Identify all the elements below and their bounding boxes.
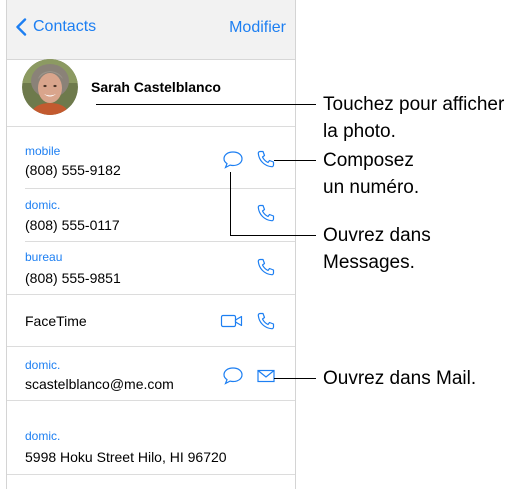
mobile-number[interactable]: (808) 555-9182 bbox=[25, 162, 121, 178]
callout-mail: Ouvrez dans Mail. bbox=[323, 368, 477, 389]
home-phone-number[interactable]: (808) 555-0117 bbox=[25, 217, 120, 233]
callout-line-message-vertical bbox=[230, 172, 231, 236]
divider bbox=[25, 241, 295, 242]
divider bbox=[7, 294, 295, 295]
chevron-left-icon bbox=[16, 18, 27, 36]
callout-message-line1: Ouvrez dans bbox=[323, 225, 431, 246]
callout-line-call bbox=[274, 160, 316, 161]
back-button[interactable]: Contacts bbox=[15, 18, 96, 36]
email-label: domic. bbox=[25, 358, 61, 372]
navigation-bar: Contacts Modifier bbox=[7, 0, 295, 60]
phone-icon[interactable] bbox=[256, 203, 276, 223]
envelope-icon[interactable] bbox=[256, 368, 276, 384]
avatar[interactable] bbox=[22, 59, 78, 115]
callout-line-mail bbox=[274, 378, 316, 379]
callout-message-line2: Messages. bbox=[323, 252, 415, 273]
address-label: domic. bbox=[25, 429, 61, 443]
edit-button[interactable]: Modifier bbox=[229, 19, 286, 37]
contact-card-screen: Contacts Modifier Sarah Castelblanco mob… bbox=[6, 0, 296, 489]
callout-call-line2: un numéro. bbox=[323, 177, 420, 198]
callout-line-message bbox=[230, 235, 316, 236]
facetime-label: FaceTime bbox=[25, 313, 87, 329]
divider bbox=[7, 400, 295, 401]
callout-photo-line1: Touchez pour afficher bbox=[323, 94, 505, 115]
callout-photo-line2: la photo. bbox=[323, 121, 396, 142]
email-address[interactable]: scastelblanco@me.com bbox=[25, 376, 174, 392]
speech-bubble-icon[interactable] bbox=[222, 150, 244, 170]
address-value[interactable]: 5998 Hoku Street Hilo, HI 96720 bbox=[25, 449, 227, 465]
phone-icon[interactable] bbox=[256, 149, 276, 169]
mobile-label: mobile bbox=[25, 144, 61, 158]
contact-name: Sarah Castelblanco bbox=[91, 79, 221, 95]
callout-call: Composez un numéro. bbox=[323, 147, 419, 201]
home-phone-label: domic. bbox=[25, 198, 61, 212]
back-label: Contacts bbox=[33, 18, 97, 35]
callout-message: Ouvrez dans Messages. bbox=[323, 222, 431, 276]
speech-bubble-icon[interactable] bbox=[222, 366, 244, 386]
divider bbox=[7, 474, 295, 475]
contact-photo bbox=[22, 59, 78, 115]
divider bbox=[7, 126, 295, 127]
video-camera-icon[interactable] bbox=[220, 312, 244, 330]
callout-call-line1: Composez bbox=[323, 150, 414, 171]
callout-photo: Touchez pour afficher la photo. bbox=[323, 91, 504, 145]
work-phone-label: bureau bbox=[25, 250, 63, 264]
callout-line-photo bbox=[96, 104, 316, 105]
divider bbox=[25, 188, 295, 189]
divider bbox=[7, 346, 295, 347]
phone-icon[interactable] bbox=[256, 257, 276, 277]
phone-icon[interactable] bbox=[256, 311, 276, 331]
work-phone-number[interactable]: (808) 555-9851 bbox=[25, 270, 121, 286]
